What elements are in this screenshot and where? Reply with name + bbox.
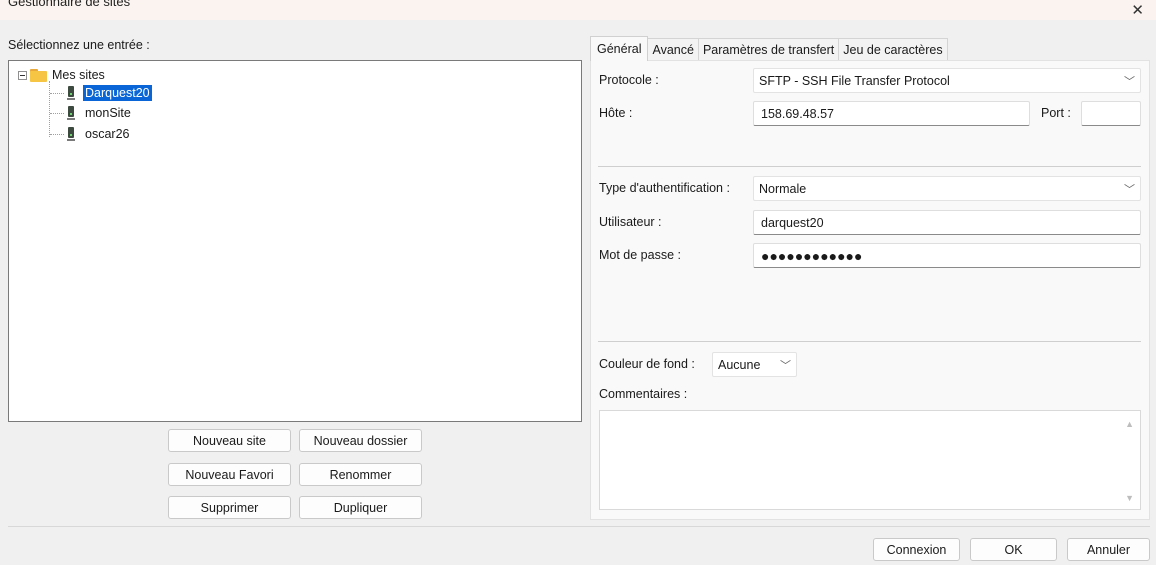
new-bookmark-button[interactable]: Nouveau Favori [168,463,291,486]
comments-label: Commentaires : [599,387,688,401]
connect-button[interactable]: Connexion [873,538,960,561]
auth-type-label: Type d'authentification : [599,181,730,195]
new-folder-button[interactable]: Nouveau dossier [299,429,422,452]
user-input[interactable]: darquest20 [753,210,1141,235]
close-icon[interactable]: ✕ [1131,1,1144,19]
protocol-value: SFTP - SSH File Transfer Protocol [759,73,950,88]
cancel-button[interactable]: Annuler [1067,538,1150,561]
site-tree[interactable]: Mes sites Darquest20 monSite oscar26 [8,60,582,422]
tab-advanced[interactable]: Avancé [647,38,699,60]
port-input[interactable] [1081,101,1141,126]
tree-item-label: oscar26 [85,127,130,141]
select-entry-label: Sélectionnez une entrée : [8,38,150,52]
tree-item-oscar26[interactable]: oscar26 [50,125,131,143]
tree-item-monsite[interactable]: monSite [50,104,133,122]
background-color-value: Aucune [718,357,761,372]
chevron-down-icon: ﹀ [1124,184,1135,196]
server-icon [67,105,75,121]
tab-charset[interactable]: Jeu de caractères [838,38,948,60]
tab-transfer-settings[interactable]: Paramètres de transfert [697,38,840,60]
tree-root-label: Mes sites [52,68,105,82]
protocol-select[interactable]: SFTP - SSH File Transfer Protocol ﹀ [753,68,1141,93]
background-color-label: Couleur de fond : [599,357,695,371]
separator [598,166,1141,167]
user-label: Utilisateur : [599,215,662,229]
folder-icon [30,68,47,82]
protocol-label: Protocole : [599,73,659,87]
tab-bar: Général Avancé Paramètres de transfert J… [590,36,948,61]
scroll-up-icon[interactable]: ▲ [1125,419,1134,429]
host-value: 158.69.48.57 [761,106,834,121]
footer-separator [8,526,1150,527]
collapse-icon[interactable] [18,70,27,80]
host-input[interactable]: 158.69.48.57 [753,101,1030,126]
rename-button[interactable]: Renommer [299,463,422,486]
duplicate-button[interactable]: Dupliquer [299,496,422,519]
auth-type-select[interactable]: Normale ﹀ [753,176,1141,201]
tab-general[interactable]: Général [590,36,649,61]
background-color-select[interactable]: Aucune ﹀ [712,352,797,377]
user-value: darquest20 [761,215,824,230]
tree-item-label: monSite [85,106,131,120]
password-input[interactable]: ●●●●●●●●●●●● [753,243,1141,268]
host-label: Hôte : [599,106,633,120]
server-icon [67,85,75,101]
tree-item-label: Darquest20 [83,85,152,101]
window-title: Gestionnaire de sites [8,0,131,9]
tree-item-darquest20[interactable]: Darquest20 [50,84,152,102]
chevron-down-icon: ﹀ [1124,76,1135,88]
delete-button[interactable]: Supprimer [168,496,291,519]
port-label: Port : [1041,106,1071,120]
tree-root-mes-sites[interactable]: Mes sites [18,66,105,84]
auth-type-value: Normale [759,181,807,196]
password-value: ●●●●●●●●●●●● [761,247,863,264]
password-label: Mot de passe : [599,248,681,262]
new-site-button[interactable]: Nouveau site [168,429,291,452]
scroll-down-icon[interactable]: ▼ [1125,493,1134,503]
server-icon [67,126,75,142]
chevron-down-icon: ﹀ [780,360,791,372]
title-bar: Gestionnaire de sites ✕ [0,0,1156,20]
ok-button[interactable]: OK [970,538,1057,561]
comments-textarea[interactable]: ▲ ▼ [599,410,1141,510]
separator [598,341,1141,342]
